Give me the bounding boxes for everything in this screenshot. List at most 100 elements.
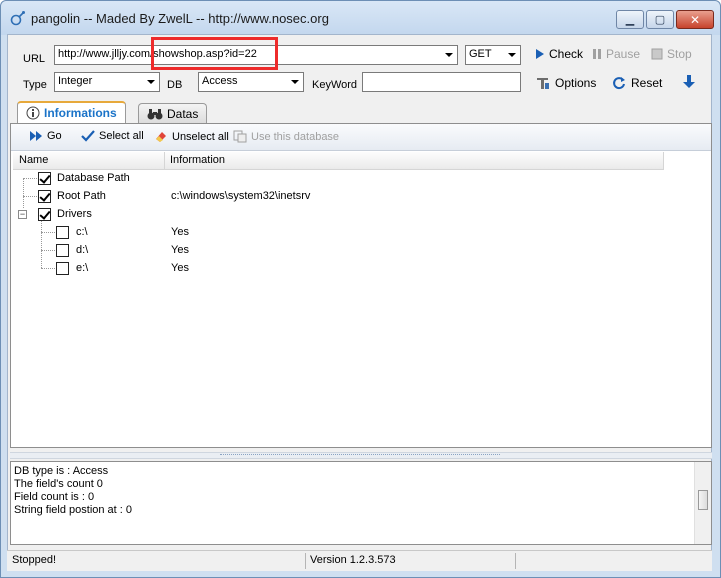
checkbox[interactable] xyxy=(56,262,69,275)
status-version: Version 1.2.3.573 xyxy=(310,554,396,566)
options-label: Options xyxy=(555,76,597,90)
minimize-button[interactable]: ▁ xyxy=(616,10,644,29)
type-select[interactable]: Integer xyxy=(54,72,160,92)
row-name: d:\ xyxy=(76,244,89,256)
go-label: Go xyxy=(47,130,62,142)
list-header: Name Information xyxy=(13,152,664,170)
row-info: Yes xyxy=(171,244,189,256)
binoculars-icon xyxy=(147,108,163,119)
info-icon xyxy=(26,106,40,120)
status-divider xyxy=(305,553,306,569)
check-label: Check xyxy=(549,47,584,61)
db-label: DB xyxy=(167,79,183,91)
tab-datas-label: Datas xyxy=(167,106,199,121)
row-name: Root Path xyxy=(57,190,106,202)
row-info: Yes xyxy=(171,226,189,238)
go-button[interactable]: Go xyxy=(29,130,62,142)
list-item[interactable]: e:\ Yes xyxy=(11,260,671,278)
log-line: String field postion at : 0 xyxy=(14,504,133,516)
checkmark-icon xyxy=(81,130,95,142)
download-button[interactable] xyxy=(683,75,695,89)
db-dropdown-arrow-icon[interactable] xyxy=(291,80,299,84)
maximize-button[interactable]: ▢ xyxy=(646,10,674,29)
check-button[interactable]: Check xyxy=(535,47,583,61)
log-output[interactable]: DB type is : Access The field's count 0 … xyxy=(10,461,712,545)
status-state: Stopped! xyxy=(12,554,57,566)
status-divider xyxy=(515,553,516,569)
maximize-icon: ▢ xyxy=(654,14,666,26)
close-button[interactable]: ✕ xyxy=(676,10,714,29)
method-select[interactable]: GET xyxy=(465,45,521,65)
select-all-label: Select all xyxy=(99,130,144,142)
row-info: c:\windows\system32\inetsrv xyxy=(171,190,311,202)
list-item[interactable]: Database Path xyxy=(11,170,671,188)
column-divider[interactable] xyxy=(164,152,165,170)
log-line: The field's count 0 xyxy=(14,478,103,490)
use-database-label: Use this database xyxy=(251,130,340,143)
close-icon: ✕ xyxy=(689,12,701,27)
play-icon xyxy=(536,49,544,59)
collapse-icon[interactable]: − xyxy=(18,210,27,219)
window-title: pangolin -- Maded By ZwelL -- http://www… xyxy=(31,11,329,26)
use-database-button[interactable]: Use this database xyxy=(233,130,339,143)
tab-informations-label: Informations xyxy=(44,106,117,120)
minimize-icon: ▁ xyxy=(625,14,635,26)
list-item[interactable]: Root Path c:\windows\system32\inetsrv xyxy=(11,188,671,206)
list-item[interactable]: c:\ Yes xyxy=(11,224,671,242)
informations-panel: Go Select all Unselect all Use this data… xyxy=(10,123,712,448)
keyword-input[interactable] xyxy=(362,72,521,92)
type-dropdown-arrow-icon[interactable] xyxy=(147,80,155,84)
refresh-icon xyxy=(613,77,625,90)
pane-splitter[interactable] xyxy=(10,452,712,459)
url-highlight-box xyxy=(151,37,278,70)
tools-icon xyxy=(537,78,549,89)
row-name: c:\ xyxy=(76,226,88,238)
stop-label: Stop xyxy=(667,47,692,61)
log-line: Field count is : 0 xyxy=(14,491,95,503)
url-label: URL xyxy=(23,53,46,65)
db-select[interactable]: Access xyxy=(198,72,304,92)
tab-datas[interactable]: Datas xyxy=(138,103,208,123)
select-all-button[interactable]: Select all xyxy=(81,130,144,142)
list-item[interactable]: − Drivers xyxy=(11,206,671,224)
copy-icon xyxy=(233,130,247,143)
reset-button[interactable]: Reset xyxy=(611,75,662,91)
stop-button[interactable]: Stop xyxy=(651,47,692,61)
row-name: Drivers xyxy=(57,208,92,220)
title-bar[interactable]: pangolin -- Maded By ZwelL -- http://www… xyxy=(1,1,720,35)
pause-button[interactable]: Pause xyxy=(592,47,640,61)
log-scrollbar[interactable] xyxy=(694,462,711,544)
checkbox[interactable] xyxy=(38,190,51,203)
splitter-grip-icon[interactable] xyxy=(220,454,500,458)
tab-informations[interactable]: Informations xyxy=(17,101,126,123)
checkbox[interactable] xyxy=(56,244,69,257)
method-value: GET xyxy=(469,48,492,60)
column-name[interactable]: Name xyxy=(19,154,48,166)
checkbox[interactable] xyxy=(38,208,51,221)
stop-icon xyxy=(651,48,663,60)
column-information[interactable]: Information xyxy=(170,154,225,166)
list-item[interactable]: d:\ Yes xyxy=(11,242,671,260)
options-button[interactable]: Options xyxy=(535,75,596,91)
unselect-all-button[interactable]: Unselect all xyxy=(154,130,229,143)
pangolin-app-icon xyxy=(10,11,25,26)
row-info: Yes xyxy=(171,262,189,274)
method-dropdown-arrow-icon[interactable] xyxy=(508,53,516,57)
pause-icon xyxy=(593,49,601,59)
eraser-icon xyxy=(156,132,166,142)
fast-forward-icon xyxy=(30,131,42,141)
panel-toolbar: Go Select all Unselect all Use this data… xyxy=(11,124,711,151)
arrow-down-icon xyxy=(683,75,695,88)
type-label: Type xyxy=(23,79,47,91)
unselect-all-label: Unselect all xyxy=(172,130,229,143)
reset-label: Reset xyxy=(631,76,663,90)
checkbox[interactable] xyxy=(38,172,51,185)
url-dropdown-arrow-icon[interactable] xyxy=(445,53,453,57)
row-name: Database Path xyxy=(57,172,130,184)
log-line: DB type is : Access xyxy=(14,465,109,477)
column-divider[interactable] xyxy=(663,152,664,170)
scroll-thumb[interactable] xyxy=(698,490,708,510)
type-value: Integer xyxy=(58,75,93,87)
checkbox[interactable] xyxy=(56,226,69,239)
pause-label: Pause xyxy=(606,47,641,61)
